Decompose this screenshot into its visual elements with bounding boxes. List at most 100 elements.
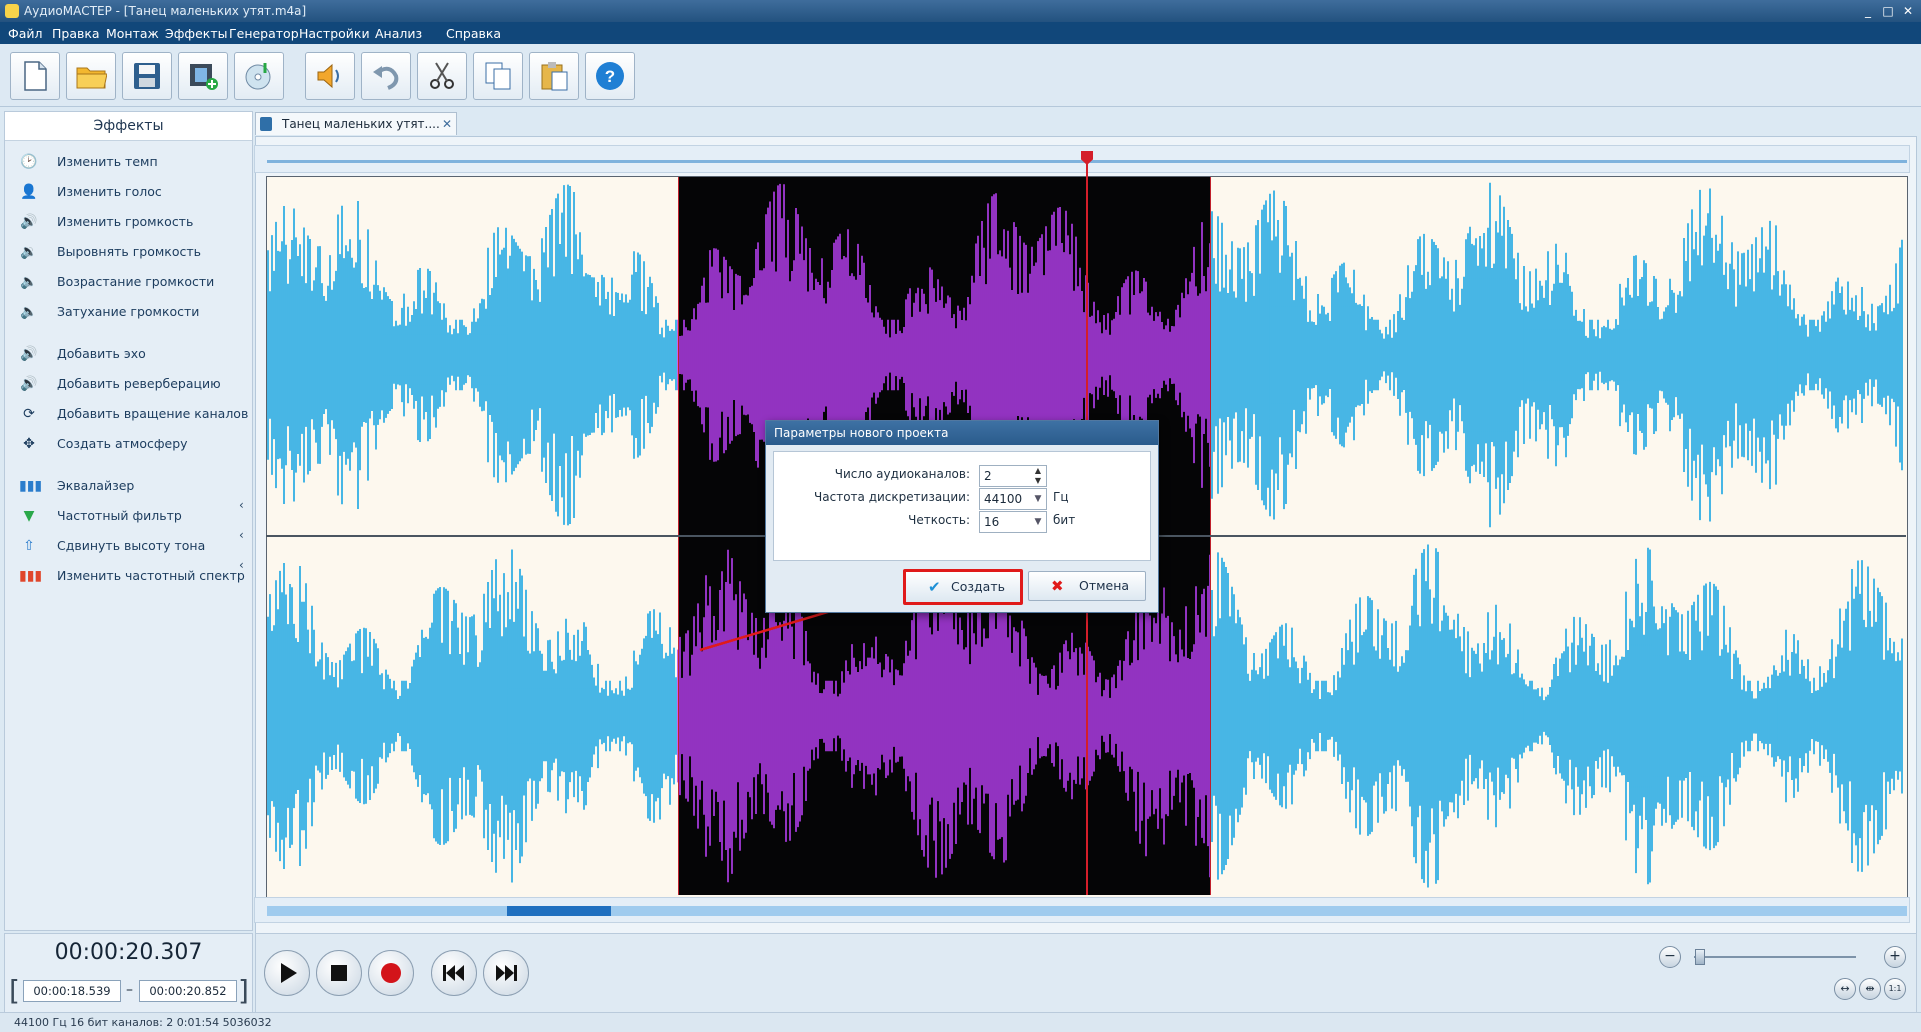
play-icon [281,963,297,983]
zoom-slider-track[interactable] [1694,956,1856,958]
effects-icon [317,63,339,89]
menu-analysis[interactable]: Анализ [375,26,422,41]
paste-icon [541,62,568,91]
dialog-settings-group: Число аудиоканалов: 2 ▲ ▼ Частота дискрет… [773,451,1151,561]
stop-icon [331,965,347,981]
undo-button[interactable] [361,52,411,100]
menu-edit[interactable]: Правка [52,26,100,41]
checkmark-icon: ✔ [928,578,941,596]
volume-icon: 🔊 [20,214,38,230]
svg-text:?: ? [605,67,615,86]
status-text: 44100 Гц 16 бит каналов: 2 0:01:54 50360… [14,1016,272,1029]
tab-track[interactable]: Танец маленьких утят.... ✕ [255,112,457,135]
bit-depth-select[interactable]: 16 ▼ [979,511,1047,533]
bit-depth-unit: бит [1053,513,1076,527]
minimize-button[interactable]: _ [1860,3,1876,19]
create-button[interactable]: ✔ Создать [903,569,1023,605]
spin-arrows-icon[interactable]: ▲ ▼ [1032,466,1044,486]
menu-bar: Файл Правка Монтаж Эффекты Генератор Нас… [0,22,1921,44]
add-video-button[interactable] [178,52,228,100]
status-bar: 44100 Гц 16 бит каналов: 2 0:01:54 50360… [0,1012,1921,1032]
record-button[interactable] [368,950,414,996]
help-icon: ? [596,62,624,90]
bracket-left: [ [9,974,20,1007]
close-tab-icon[interactable]: ✕ [442,113,452,135]
skip-back-icon [443,965,464,981]
menu-help[interactable]: Справка [446,26,501,41]
maximize-button[interactable]: □ [1880,3,1896,19]
chevron-down-icon[interactable]: ▼ [1030,512,1046,532]
pitch-icon: ⇧ [23,538,35,554]
rotation-icon: ⟳ [23,406,35,422]
fade-out-icon: 🔈 [20,304,38,320]
zoom-slider-thumb[interactable] [1694,949,1705,965]
close-window-button[interactable]: ✕ [1900,3,1916,19]
effects-panel: Эффекты 🕑 Изменить темп 👤 Изменить голос 🔊… [4,111,253,931]
zoom-in-button[interactable]: + [1884,946,1906,968]
bit-depth-label: Четкость: [908,513,970,527]
cancel-button[interactable]: ✖ Отмена [1028,571,1146,601]
expand-pitch-arrow[interactable]: ‹ [239,528,244,542]
reverb-icon: 🔊 [20,376,38,392]
menu-file[interactable]: Файл [8,26,43,41]
expand-spectrum-arrow[interactable]: ‹ [239,558,244,572]
toolbar: ? [0,44,1921,107]
audio-cd-button[interactable] [234,52,284,100]
channels-label: Число аудиоканалов: [834,467,970,481]
echo-icon: 🔊 [20,346,38,362]
range-dash: – [126,982,133,998]
paste-button[interactable] [529,52,579,100]
cancel-x-icon: ✖ [1051,577,1064,595]
scroll-thumb[interactable] [507,906,611,916]
zoom-selection-button[interactable]: ⇹ [1859,978,1881,1000]
new-file-button[interactable] [10,52,60,100]
skip-forward-button[interactable] [483,950,529,996]
cut-icon [430,62,454,89]
zoom-out-button[interactable]: − [1659,946,1681,968]
current-time: 00:00:20.307 [54,940,203,965]
sample-rate-unit: Гц [1053,490,1069,504]
selection-end-field[interactable]: 00:00:20.852 [139,980,237,1002]
channels-spinbox[interactable]: 2 ▲ ▼ [979,465,1047,487]
effects-panel-title: Эффекты [5,112,252,141]
expand-filter-arrow[interactable]: ‹ [239,498,244,512]
audio-file-icon [260,117,272,131]
menu-montage[interactable]: Монтаж [106,26,159,41]
copy-button[interactable] [473,52,523,100]
fade-in-icon: 🔈 [20,274,38,290]
skip-forward-icon [496,965,517,981]
record-icon [381,963,401,983]
menu-generator[interactable]: Генератор [229,26,299,41]
new-file-icon [24,61,47,91]
open-file-button[interactable] [66,52,116,100]
skip-back-button[interactable] [431,950,477,996]
horizontal-scrollbar[interactable] [254,897,1910,923]
play-button[interactable] [264,950,310,996]
chevron-down-icon[interactable]: ▼ [1030,489,1046,509]
sample-rate-select[interactable]: 44100 ▼ [979,488,1047,510]
zoom-fit-button[interactable]: ↔ [1834,978,1856,1000]
selection-start-field[interactable]: 00:00:18.539 [23,980,121,1002]
zoom-actual-button[interactable]: 1:1 [1884,978,1906,1000]
bracket-right: ] [238,974,249,1007]
clock-icon: 🕑 [20,154,38,170]
actual-size-icon: 1:1 [1888,984,1902,993]
audio-cd-icon [245,63,271,90]
app-logo-icon [5,4,19,18]
save-icon [134,63,160,89]
menu-effects[interactable]: Эффекты [165,26,228,41]
filter-icon: ▼ [23,508,35,524]
window-title: АудиоМАСТЕР - [Танец маленьких утят.m4a] [24,4,307,18]
zoom-selection-icon: ⇹ [1865,982,1875,995]
menu-settings[interactable]: Настройки [299,26,370,41]
transport-bar: − + ↔ ⇹ 1:1 [255,933,1917,1013]
new-project-dialog: Параметры нового проекта Число аудиокана… [765,420,1159,613]
stop-button[interactable] [316,950,362,996]
effects-button[interactable] [305,52,355,100]
cut-button[interactable] [417,52,467,100]
copy-icon [485,62,511,90]
dialog-title-bar: Параметры нового проекта [766,421,1158,445]
help-button[interactable]: ? [585,52,635,100]
sample-rate-label: Частота дискретизации: [814,490,970,504]
save-button[interactable] [122,52,172,100]
